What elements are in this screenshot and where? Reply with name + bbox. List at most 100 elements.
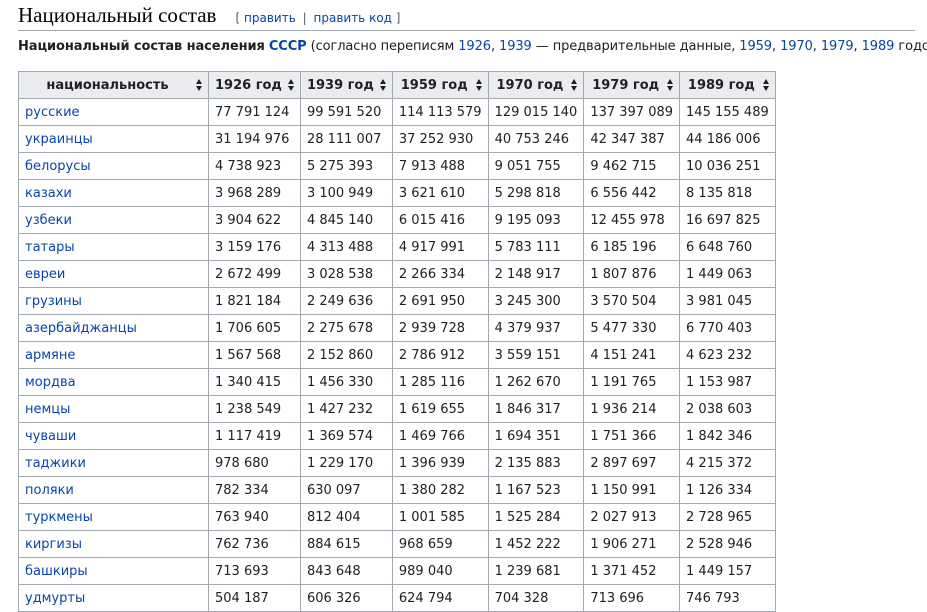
nationality-link[interactable]: азербайджанцы <box>25 321 137 336</box>
population-cell: 630 097 <box>299 476 393 504</box>
population-cell: 114 113 579 <box>391 98 489 126</box>
sort-icon[interactable] <box>196 79 203 91</box>
population-cell: 746 793 <box>679 584 776 612</box>
population-cell: 9 462 715 <box>583 152 681 180</box>
population-cell: 3 904 622 <box>208 206 301 234</box>
caption-link-1970[interactable]: 1970 <box>780 39 813 54</box>
nationality-link[interactable]: татары <box>25 240 75 255</box>
population-cell: 9 051 755 <box>487 152 585 180</box>
column-header-1989[interactable]: 1989 год <box>679 71 776 99</box>
edit-link[interactable]: править <box>244 11 296 25</box>
nationality-link[interactable]: украинцы <box>25 132 93 147</box>
population-cell: 5 275 393 <box>299 152 393 180</box>
population-cell: 2 728 965 <box>679 503 776 531</box>
nationality-link[interactable]: белорусы <box>25 159 91 174</box>
table-row: туркмены 763 940 812 404 1 001 585 1 525 284… <box>18 503 776 531</box>
nationality-link[interactable]: поляки <box>25 483 74 498</box>
population-cell: 77 791 124 <box>208 98 301 126</box>
population-cell: 9 195 093 <box>487 206 585 234</box>
population-cell: 1 449 157 <box>679 557 776 585</box>
column-header-1959[interactable]: 1959 год <box>391 71 489 99</box>
caption-link-ussr[interactable]: СССР <box>269 39 307 54</box>
population-cell: 504 187 <box>208 584 301 612</box>
nationality-cell: удмурты <box>18 584 209 612</box>
sort-icon[interactable] <box>571 79 578 91</box>
population-cell: 2 152 860 <box>299 341 393 369</box>
population-cell: 1 619 655 <box>391 395 489 423</box>
population-cell: 763 940 <box>208 503 301 531</box>
table-row: таджики 978 680 1 229 170 1 396 939 2 135 88… <box>18 449 776 477</box>
population-cell: 1 842 346 <box>679 422 776 450</box>
population-cell: 1 469 766 <box>391 422 489 450</box>
population-cell: 2 275 678 <box>299 314 393 342</box>
population-cell: 2 038 603 <box>679 395 776 423</box>
table-row: удмурты 504 187 606 326 624 794 704 328 713 6… <box>18 584 776 612</box>
edit-bracket-close: ] <box>395 11 401 25</box>
nationality-link[interactable]: башкиры <box>25 564 88 579</box>
caption-link-1939[interactable]: 1939 <box>499 39 532 54</box>
nationality-link[interactable]: евреи <box>25 267 65 282</box>
table-header-row: национальность 1926 год 1939 год 1959 го… <box>18 71 776 99</box>
sort-icon[interactable] <box>475 79 483 91</box>
population-cell: 1 694 351 <box>487 422 585 450</box>
population-cell: 3 968 289 <box>208 179 301 207</box>
nationality-link[interactable]: таджики <box>25 456 86 471</box>
header-label: 1926 год <box>215 77 282 93</box>
nationality-link[interactable]: туркмены <box>25 510 93 525</box>
population-cell: 1 396 939 <box>391 449 489 477</box>
nationality-link[interactable]: узбеки <box>25 213 72 228</box>
population-cell: 1 371 452 <box>583 557 681 585</box>
population-cell: 1 167 523 <box>487 476 585 504</box>
sort-icon[interactable] <box>762 79 770 91</box>
population-cell: 1 340 415 <box>208 368 301 396</box>
caption-link-1959[interactable]: 1959 <box>739 39 772 54</box>
column-header-1970[interactable]: 1970 год <box>487 71 585 99</box>
nationality-link[interactable]: чуваши <box>25 429 76 444</box>
population-cell: 8 135 818 <box>679 179 776 207</box>
nationality-link[interactable]: киргизы <box>25 537 82 552</box>
nationality-link[interactable]: грузины <box>25 294 82 309</box>
population-cell: 1 262 670 <box>487 368 585 396</box>
nationality-link[interactable]: удмурты <box>25 591 85 606</box>
nationality-cell: чуваши <box>18 422 209 450</box>
population-cell: 4 313 488 <box>299 233 393 261</box>
table-row: казахи 3 968 289 3 100 949 3 621 610 5 298 8… <box>18 179 776 207</box>
sort-icon[interactable] <box>667 79 674 91</box>
population-cell: 1 706 605 <box>208 314 301 342</box>
caption-comma: , <box>812 39 817 54</box>
population-cell: 782 334 <box>208 476 301 504</box>
population-cell: 1 449 063 <box>679 260 776 288</box>
nationality-link[interactable]: русские <box>25 105 80 120</box>
sort-icon[interactable] <box>379 79 387 91</box>
nationality-link[interactable]: казахи <box>25 186 72 201</box>
nationality-link[interactable]: немцы <box>25 402 70 417</box>
population-cell: 1 239 681 <box>487 557 585 585</box>
table-row: евреи 2 672 499 3 028 538 2 266 334 2 148 91… <box>18 260 776 288</box>
table-row: немцы 1 238 549 1 427 232 1 619 655 1 846 31… <box>18 395 776 423</box>
population-cell: 3 621 610 <box>391 179 489 207</box>
column-header-1979[interactable]: 1979 год <box>583 71 681 99</box>
table-row: русские 77 791 124 99 591 520 114 113 579 12… <box>18 98 776 126</box>
caption-text-1: (согласно переписям <box>310 39 455 54</box>
population-cell: 978 680 <box>208 449 301 477</box>
caption-link-1979[interactable]: 1979 <box>821 39 854 54</box>
population-cell: 3 159 176 <box>208 233 301 261</box>
column-header-1926[interactable]: 1926 год <box>208 71 301 99</box>
nationality-link[interactable]: армяне <box>25 348 75 363</box>
header-label: 1959 год <box>400 77 468 93</box>
population-cell: 37 252 930 <box>391 125 489 153</box>
population-cell: 2 786 912 <box>391 341 489 369</box>
column-header-nationality[interactable]: национальность <box>18 71 209 99</box>
column-header-1939[interactable]: 1939 год <box>299 71 393 99</box>
caption-link-1926[interactable]: 1926 <box>458 39 491 54</box>
caption-link-1989[interactable]: 1989 <box>862 39 895 54</box>
edit-source-link[interactable]: править код <box>314 11 392 25</box>
population-cell: 5 477 330 <box>583 314 681 342</box>
nationality-link[interactable]: мордва <box>25 375 76 390</box>
population-cell: 1 525 284 <box>487 503 585 531</box>
population-cell: 1 821 184 <box>208 287 301 315</box>
population-cell: 606 326 <box>299 584 393 612</box>
nationality-cell: узбеки <box>18 206 209 234</box>
sort-icon[interactable] <box>287 79 295 91</box>
caption-comma: , <box>490 39 495 54</box>
